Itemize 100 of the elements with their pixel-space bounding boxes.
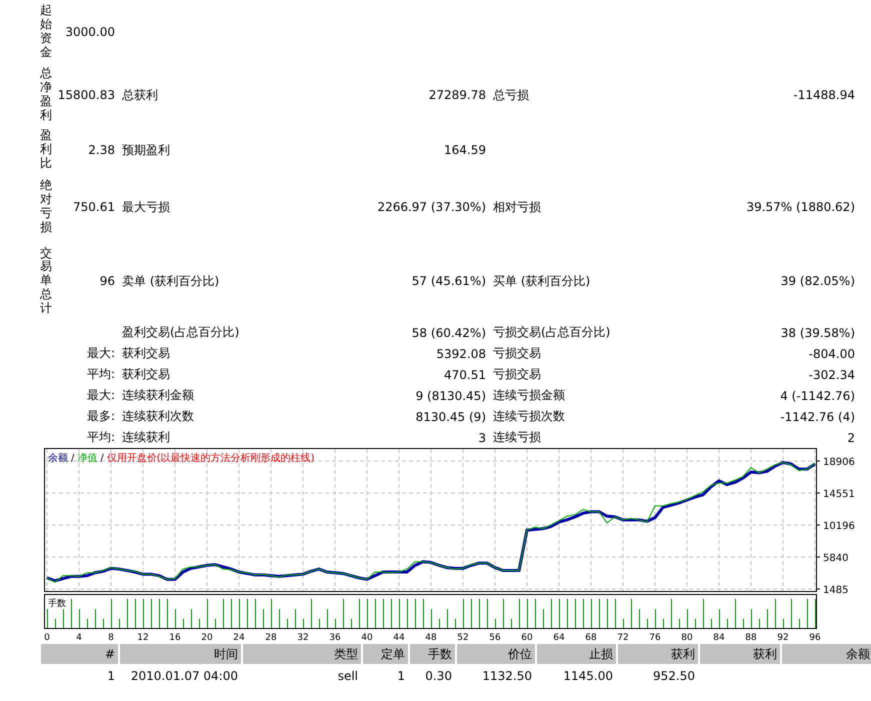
- y-tick-label: 14551: [816, 489, 855, 500]
- stat-label: 预期盈利: [122, 142, 170, 158]
- column-header[interactable]: 定单: [363, 644, 408, 664]
- stat-value: 58 (60.42%): [412, 326, 486, 340]
- y-tick-label: 5840: [816, 553, 848, 564]
- stat-label: 卖单 (获利百分比): [122, 272, 220, 290]
- x-tick-label: 92: [777, 633, 789, 643]
- stat-value: 3: [478, 430, 486, 444]
- x-tick-label: 48: [425, 633, 437, 643]
- column-header[interactable]: 获利: [618, 644, 698, 664]
- column-header[interactable]: 时间: [120, 644, 241, 664]
- stat-value: 2266.97 (37.30%): [377, 200, 486, 214]
- stat-value: -1142.76 (4): [780, 410, 855, 424]
- y-tick-label: 14551: [823, 488, 855, 500]
- table-cell-text: 1145.00: [562, 668, 614, 685]
- stat-label: 盈利交易(占总百分比): [122, 324, 240, 341]
- stat-value: -11488.94: [793, 88, 855, 102]
- stat-value: 164.59: [444, 143, 486, 157]
- stat-value: 3000.00: [65, 25, 115, 39]
- stat-label: 交易单总计: [40, 246, 52, 316]
- stat-label: 亏损交易: [493, 345, 541, 362]
- y-tick-label: 1485: [816, 585, 848, 596]
- stat-label: 起始资金: [40, 4, 52, 60]
- x-tick-label: 68: [585, 633, 597, 643]
- stat-label: 连续亏损: [493, 429, 541, 446]
- column-header[interactable]: 余额: [782, 644, 871, 664]
- table-cell-text: 0.30: [424, 668, 453, 685]
- stat-value: 2.38: [88, 143, 115, 157]
- x-tick-label: 80: [681, 633, 693, 643]
- x-tick-label: 20: [201, 633, 213, 643]
- x-tick-label: 44: [393, 633, 405, 643]
- stat-label: 总净盈利: [40, 67, 52, 123]
- stat-value: 96: [100, 274, 115, 288]
- x-tick-label: 36: [329, 633, 341, 643]
- stat-prefix: 最大:: [86, 387, 115, 404]
- legend-note: 仅用开盘价(以最快速的方法分析刚形成的柱线): [106, 453, 315, 464]
- stat-label: 买单 (获利百分比): [493, 272, 590, 290]
- x-tick-label: 4: [76, 633, 82, 643]
- x-tick-label: 8: [108, 633, 114, 643]
- x-tick-label: 72: [617, 633, 629, 643]
- x-tick-label: 76: [649, 633, 661, 643]
- y-tick-label: 10196: [823, 520, 855, 532]
- x-tick-label: 64: [553, 633, 565, 643]
- y-tick-label: 10196: [816, 521, 855, 532]
- stat-label: 连续亏损次数: [493, 408, 565, 425]
- y-tick-label: 5840: [823, 553, 848, 564]
- legend-separator: /: [71, 453, 74, 464]
- stat-label: 连续获利次数: [122, 408, 194, 425]
- column-header[interactable]: 类型: [243, 644, 361, 664]
- stat-prefix: 最多:: [86, 408, 115, 425]
- lots-label: 手数: [48, 599, 66, 609]
- stat-label: 连续获利: [122, 429, 170, 446]
- y-tick-label: 18906: [816, 457, 855, 468]
- column-header[interactable]: 价位: [457, 644, 535, 664]
- stat-value: 2: [847, 430, 855, 444]
- column-header[interactable]: 获利: [700, 644, 780, 664]
- x-tick-label: 52: [457, 633, 469, 643]
- stat-value: 9 (8130.45): [416, 388, 486, 402]
- legend-text: 净值: [77, 453, 98, 464]
- column-header[interactable]: 止损: [537, 644, 616, 664]
- y-tick-label: 18906: [823, 457, 855, 468]
- stat-value: -804.00: [808, 346, 855, 360]
- stat-value: 15800.83: [58, 88, 115, 102]
- stat-label: 获利交易: [122, 345, 170, 362]
- stat-label: 绝对亏损: [40, 179, 52, 235]
- table-cell-text: 952.50: [652, 668, 696, 685]
- column-header[interactable]: #: [41, 644, 118, 664]
- stat-label: 连续获利金额: [122, 387, 194, 404]
- x-tick-label: 16: [169, 633, 181, 643]
- stat-label: 最大亏损: [122, 198, 170, 216]
- stat-label: 连续亏损金额: [493, 387, 565, 404]
- stat-value: 57 (45.61%): [412, 274, 486, 288]
- stat-label: 亏损交易(占总百分比): [493, 324, 610, 341]
- x-tick-label: 96: [809, 633, 821, 643]
- stat-prefix: 平均:: [86, 429, 115, 446]
- column-header[interactable]: 手数: [410, 644, 455, 664]
- stat-prefix: 平均:: [86, 366, 115, 383]
- stat-label: 总亏损: [493, 86, 529, 104]
- stat-value: 38 (39.58%): [780, 326, 855, 340]
- x-tick-label: 28: [265, 633, 277, 643]
- stat-label: 盈利比: [40, 129, 52, 171]
- table-cell-text: 1: [396, 668, 406, 685]
- x-tick-label: 60: [521, 633, 533, 643]
- legend-text: 余额: [48, 453, 68, 464]
- stat-value: 750.61: [73, 200, 115, 214]
- x-tick-label: 24: [233, 633, 245, 643]
- stat-label: 相对亏损: [493, 198, 541, 216]
- stat-label: 总获利: [122, 86, 158, 104]
- stat-value: 39 (82.05%): [780, 274, 855, 288]
- stat-value: 470.51: [444, 368, 486, 382]
- x-tick-label: 12: [137, 633, 149, 643]
- stat-label: 亏损交易: [493, 366, 541, 383]
- y-tick-label: 1485: [823, 585, 848, 596]
- stat-label: 获利交易: [122, 366, 170, 383]
- stat-value: 8130.45 (9): [416, 410, 486, 424]
- x-tick-label: 84: [713, 633, 725, 643]
- x-tick-label: 88: [745, 633, 757, 643]
- table-cell-text: 1132.50: [481, 668, 533, 685]
- stat-value: 27289.78: [428, 88, 486, 102]
- stat-value: -302.34: [808, 368, 855, 382]
